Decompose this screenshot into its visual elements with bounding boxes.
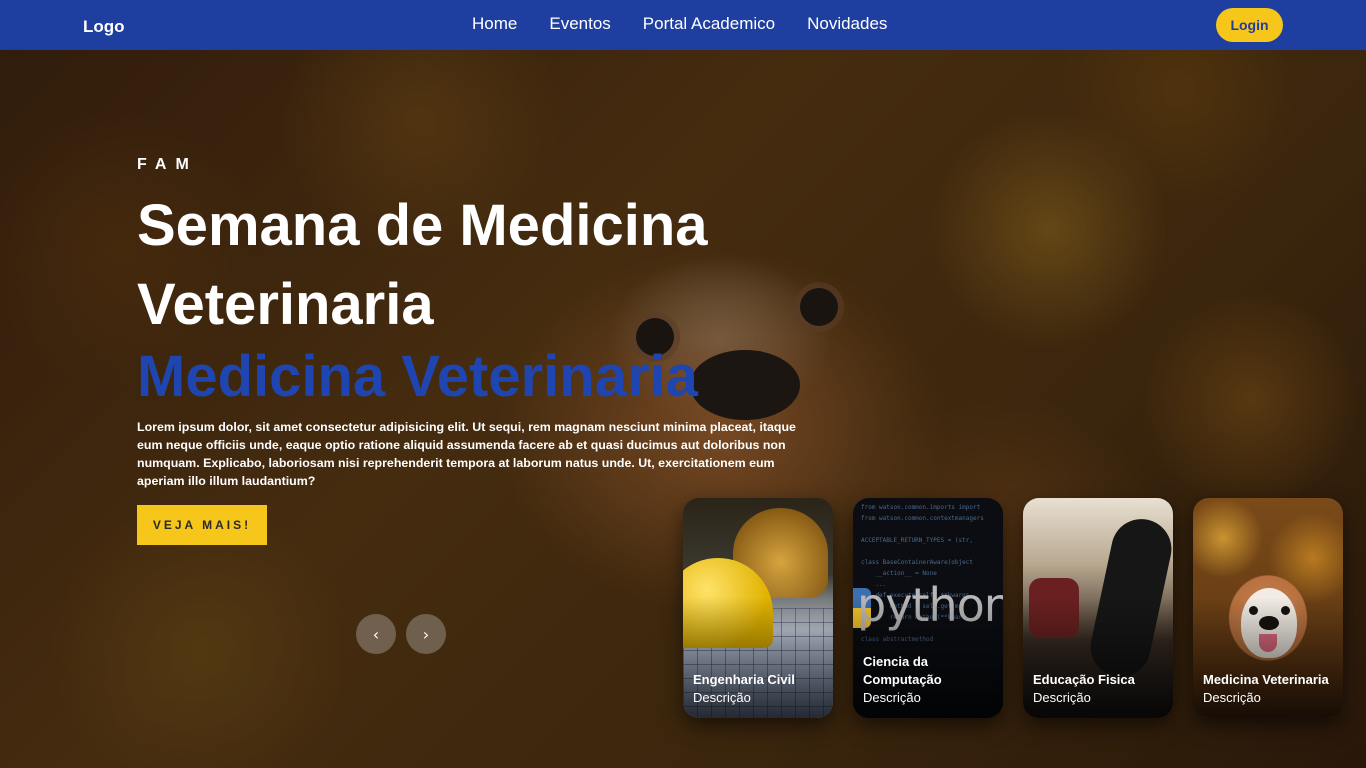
hero-description: Lorem ipsum dolor, sit amet consectetur … [137, 420, 796, 488]
card-description: Descrição [1033, 690, 1091, 705]
hero-content: FAM Semana de Medicina Veterinaria Medic… [137, 156, 817, 490]
hero-kicker: FAM [137, 156, 198, 173]
card-description: Descrição [693, 690, 751, 705]
nav-link-novidades[interactable]: Novidades [807, 14, 887, 34]
card-title: Educação Fisica [1033, 672, 1135, 687]
chevron-left-icon: ‹ [372, 624, 380, 644]
course-cards: Engenharia Civil Descrição from watson.c… [683, 498, 1343, 718]
card-description: Descrição [863, 690, 921, 705]
carousel-prev-button[interactable]: ‹ [356, 614, 396, 654]
nav-link-home[interactable]: Home [472, 14, 517, 34]
card-educacao-fisica[interactable]: Educação Fisica Descrição [1023, 498, 1173, 718]
carousel-next-button[interactable]: › [406, 614, 446, 654]
card-ciencia-da-computacao[interactable]: from watson.common.imports import from w… [853, 498, 1003, 718]
card-title: Engenharia Civil [693, 672, 795, 687]
login-button[interactable]: Login [1216, 8, 1283, 42]
hero-subtitle: Medicina Veterinaria [137, 344, 698, 409]
card-title: Ciencia da Computação [863, 654, 942, 687]
logo[interactable]: Logo [83, 17, 125, 37]
card-engenharia-civil[interactable]: Engenharia Civil Descrição [683, 498, 833, 718]
card-description: Descrição [1203, 690, 1261, 705]
nav-link-portal-academico[interactable]: Portal Academico [643, 14, 775, 34]
card-title: Medicina Veterinaria [1203, 672, 1329, 687]
navbar: Logo Home Eventos Portal Academico Novid… [0, 0, 1366, 50]
chevron-right-icon: › [422, 624, 430, 644]
veja-mais-button[interactable]: VEJA MAIS! [137, 505, 267, 545]
nav-links: Home Eventos Portal Academico Novidades [472, 14, 887, 34]
hero-title: Semana de Medicina Veterinaria [137, 193, 708, 337]
card-medicina-veterinaria[interactable]: Medicina Veterinaria Descrição [1193, 498, 1343, 718]
nav-link-eventos[interactable]: Eventos [549, 14, 610, 34]
